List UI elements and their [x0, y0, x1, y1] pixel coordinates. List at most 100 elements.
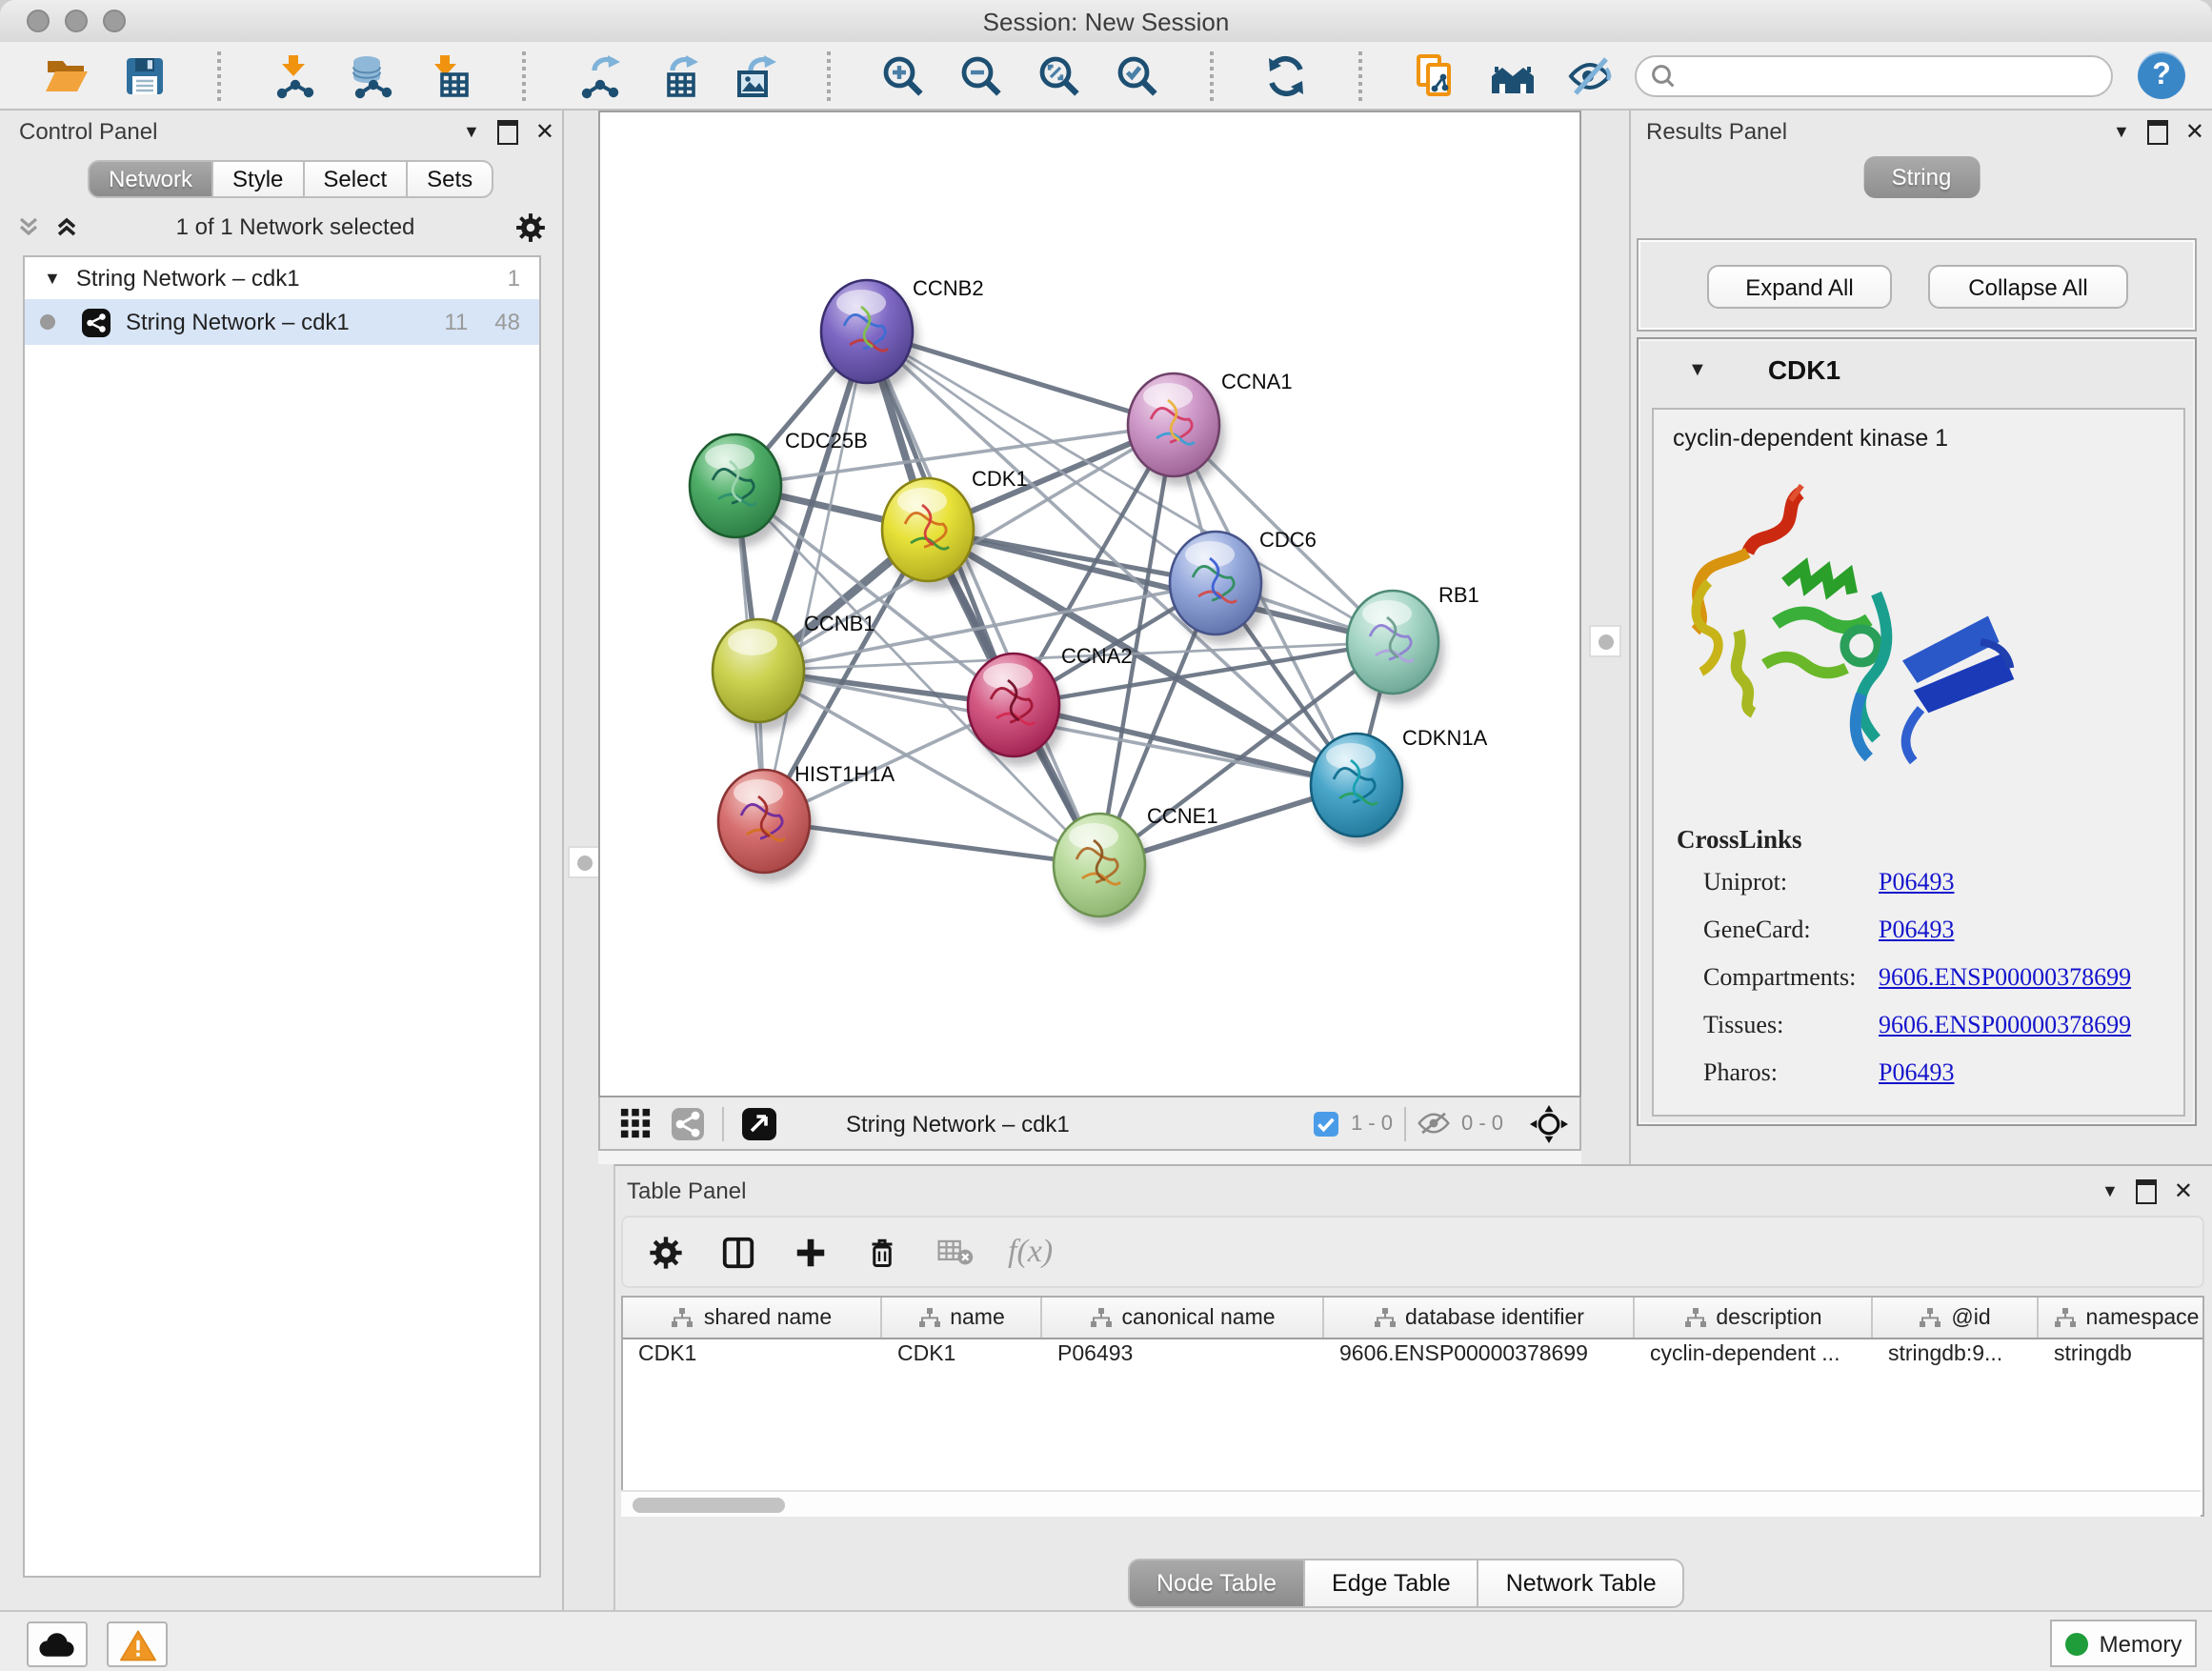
- grid-view-icon[interactable]: [615, 1104, 654, 1142]
- panel-close-icon[interactable]: ✕: [2174, 1178, 2193, 1204]
- network-node-HIST1H1A[interactable]: HIST1H1A: [718, 762, 895, 882]
- column-header-@id[interactable]: @id: [1873, 1298, 2039, 1338]
- zoom-fit-icon[interactable]: [1036, 52, 1082, 98]
- birdseye-view-icon[interactable]: [739, 1104, 777, 1142]
- memory-button[interactable]: Memory: [2050, 1620, 2197, 1667]
- table-hscrollbar-thumb[interactable]: [633, 1498, 785, 1513]
- import-network-database-icon[interactable]: [349, 52, 394, 98]
- open-folder-icon[interactable]: [44, 52, 90, 98]
- panel-close-icon[interactable]: ✕: [2185, 118, 2204, 145]
- network-node-CCNB2[interactable]: CCNB2: [821, 276, 984, 393]
- crosslink-row: Pharos:P06493: [1703, 1057, 2180, 1088]
- import-table-icon[interactable]: [427, 52, 473, 98]
- tab-select[interactable]: Select: [304, 160, 408, 198]
- column-header-namespace[interactable]: namespace: [2039, 1298, 2204, 1338]
- collapse-all-networks-icon[interactable]: [15, 213, 42, 240]
- crosslink-row: Uniprot:P06493: [1703, 867, 2180, 897]
- column-header-name[interactable]: name: [882, 1298, 1042, 1338]
- toolbar-icon-groups: [44, 50, 1692, 100]
- network-collection-row[interactable]: ▼ String Network – cdk1 1: [25, 257, 539, 299]
- right-splitter-handle[interactable]: [1589, 625, 1621, 657]
- network-row[interactable]: String Network – cdk1 11 48: [25, 299, 539, 345]
- panel-menu-icon[interactable]: ▼: [2113, 122, 2130, 141]
- network-options-gear-icon[interactable]: [511, 208, 549, 246]
- show-hide-graphics-icon[interactable]: [1568, 52, 1614, 98]
- collapse-all-button[interactable]: Collapse All: [1928, 265, 2128, 309]
- cloud-status-button[interactable]: [27, 1621, 88, 1667]
- save-session-icon[interactable]: [122, 52, 168, 98]
- network-node-CCNE1[interactable]: CCNE1: [1054, 804, 1218, 926]
- table-cell: P06493: [1042, 1339, 1324, 1376]
- crosslink-row: GeneCard:P06493: [1703, 915, 2180, 945]
- gene-entry-header[interactable]: ▼ CDK1: [1639, 339, 2195, 400]
- network-canvas[interactable]: CCNB2 CCNA1 CDC25B CDK1 CDC6 RB1 CCNB1 C…: [598, 111, 1581, 1097]
- crosslink-link[interactable]: 9606.ENSP00000378699: [1879, 962, 2131, 993]
- delete-table-icon[interactable]: [935, 1233, 974, 1271]
- tab-edge-table[interactable]: Edge Table: [1305, 1559, 1479, 1608]
- zoom-out-icon[interactable]: [958, 52, 1004, 98]
- network-edge-CCNB2-CCNE1[interactable]: [867, 332, 1099, 865]
- table-body: CDK1CDK1P064939606.ENSP00000378699cyclin…: [623, 1339, 2202, 1376]
- network-node-CDKN1A[interactable]: CDKN1A: [1311, 726, 1488, 846]
- export-network-icon[interactable]: [575, 52, 621, 98]
- export-table-icon[interactable]: [654, 52, 699, 98]
- panel-float-icon[interactable]: [2147, 119, 2168, 144]
- tab-string[interactable]: String: [1863, 156, 1981, 198]
- collection-expander-icon[interactable]: ▼: [44, 269, 61, 288]
- table-row[interactable]: CDK1CDK1P064939606.ENSP00000378699cyclin…: [623, 1339, 2202, 1376]
- crosslink-link[interactable]: 9606.ENSP00000378699: [1879, 1010, 2131, 1040]
- crosslink-link[interactable]: P06493: [1879, 1057, 1954, 1088]
- function-builder-icon[interactable]: f(x): [1008, 1233, 1053, 1271]
- panel-menu-icon[interactable]: ▼: [463, 122, 480, 141]
- column-header-canonical-name[interactable]: canonical name: [1042, 1298, 1324, 1338]
- crosslinks-title: CrossLinks: [1677, 825, 1802, 856]
- tab-node-table[interactable]: Node Table: [1128, 1559, 1305, 1608]
- network-node-CDC6[interactable]: CDC6: [1170, 528, 1317, 644]
- status-bar: Memory: [0, 1610, 2212, 1671]
- delete-column-trash-icon[interactable]: [863, 1233, 901, 1271]
- selection-counts: 1 - 0 0 - 0: [1313, 1104, 1568, 1142]
- network-node-CCNA2[interactable]: CCNA2: [968, 644, 1133, 766]
- tab-network-table[interactable]: Network Table: [1479, 1559, 1685, 1608]
- column-header-database-identifier[interactable]: database identifier: [1324, 1298, 1635, 1338]
- fit-selected-crosshair-icon[interactable]: [1530, 1104, 1568, 1142]
- crosslink-link[interactable]: P06493: [1879, 915, 1954, 945]
- expand-all-button[interactable]: Expand All: [1707, 265, 1892, 309]
- tab-sets[interactable]: Sets: [408, 160, 493, 198]
- network-node-CDK1[interactable]: CDK1: [882, 467, 1028, 591]
- zoom-selected-icon[interactable]: [1115, 52, 1160, 98]
- export-image-icon[interactable]: [732, 52, 777, 98]
- gene-expander-icon[interactable]: ▼: [1688, 359, 1707, 380]
- table-cell: CDK1: [623, 1339, 882, 1376]
- zoom-in-icon[interactable]: [880, 52, 926, 98]
- search-input[interactable]: [1635, 55, 2113, 97]
- duplicate-network-icon[interactable]: [1412, 52, 1458, 98]
- left-splitter-handle[interactable]: [568, 846, 600, 878]
- memory-status-dot: [2065, 1632, 2088, 1655]
- help-icon[interactable]: ?: [2138, 51, 2185, 99]
- warnings-button[interactable]: [107, 1621, 168, 1667]
- table-settings-gear-icon[interactable]: [646, 1233, 684, 1271]
- panel-float-icon[interactable]: [497, 119, 518, 144]
- import-network-icon[interactable]: [271, 52, 316, 98]
- first-neighbors-icon[interactable]: [1490, 52, 1536, 98]
- add-column-icon[interactable]: [791, 1233, 829, 1271]
- window-title: Session: New Session: [0, 8, 2212, 36]
- network-node-RB1[interactable]: RB1: [1347, 583, 1479, 703]
- tab-style[interactable]: Style: [213, 160, 304, 198]
- column-header-description[interactable]: description: [1635, 1298, 1873, 1338]
- table-hscrollbar[interactable]: [621, 1490, 2201, 1517]
- network-share-view-icon[interactable]: [669, 1104, 707, 1142]
- network-node-CCNA1[interactable]: CCNA1: [1128, 370, 1293, 486]
- expand-all-networks-icon[interactable]: [53, 213, 80, 240]
- crosslink-link[interactable]: P06493: [1879, 867, 1954, 897]
- network-edge-CCNA2-CDKN1A[interactable]: [1014, 705, 1357, 785]
- refresh-view-icon[interactable]: [1263, 52, 1309, 98]
- tab-network[interactable]: Network: [88, 160, 213, 198]
- control-panel-tabs: NetworkStyleSelectSets: [88, 160, 493, 198]
- panel-float-icon[interactable]: [2136, 1178, 2157, 1203]
- column-header-shared-name[interactable]: shared name: [623, 1298, 882, 1338]
- show-columns-icon[interactable]: [718, 1233, 756, 1271]
- panel-close-icon[interactable]: ✕: [535, 118, 554, 145]
- panel-menu-icon[interactable]: ▼: [2101, 1181, 2119, 1200]
